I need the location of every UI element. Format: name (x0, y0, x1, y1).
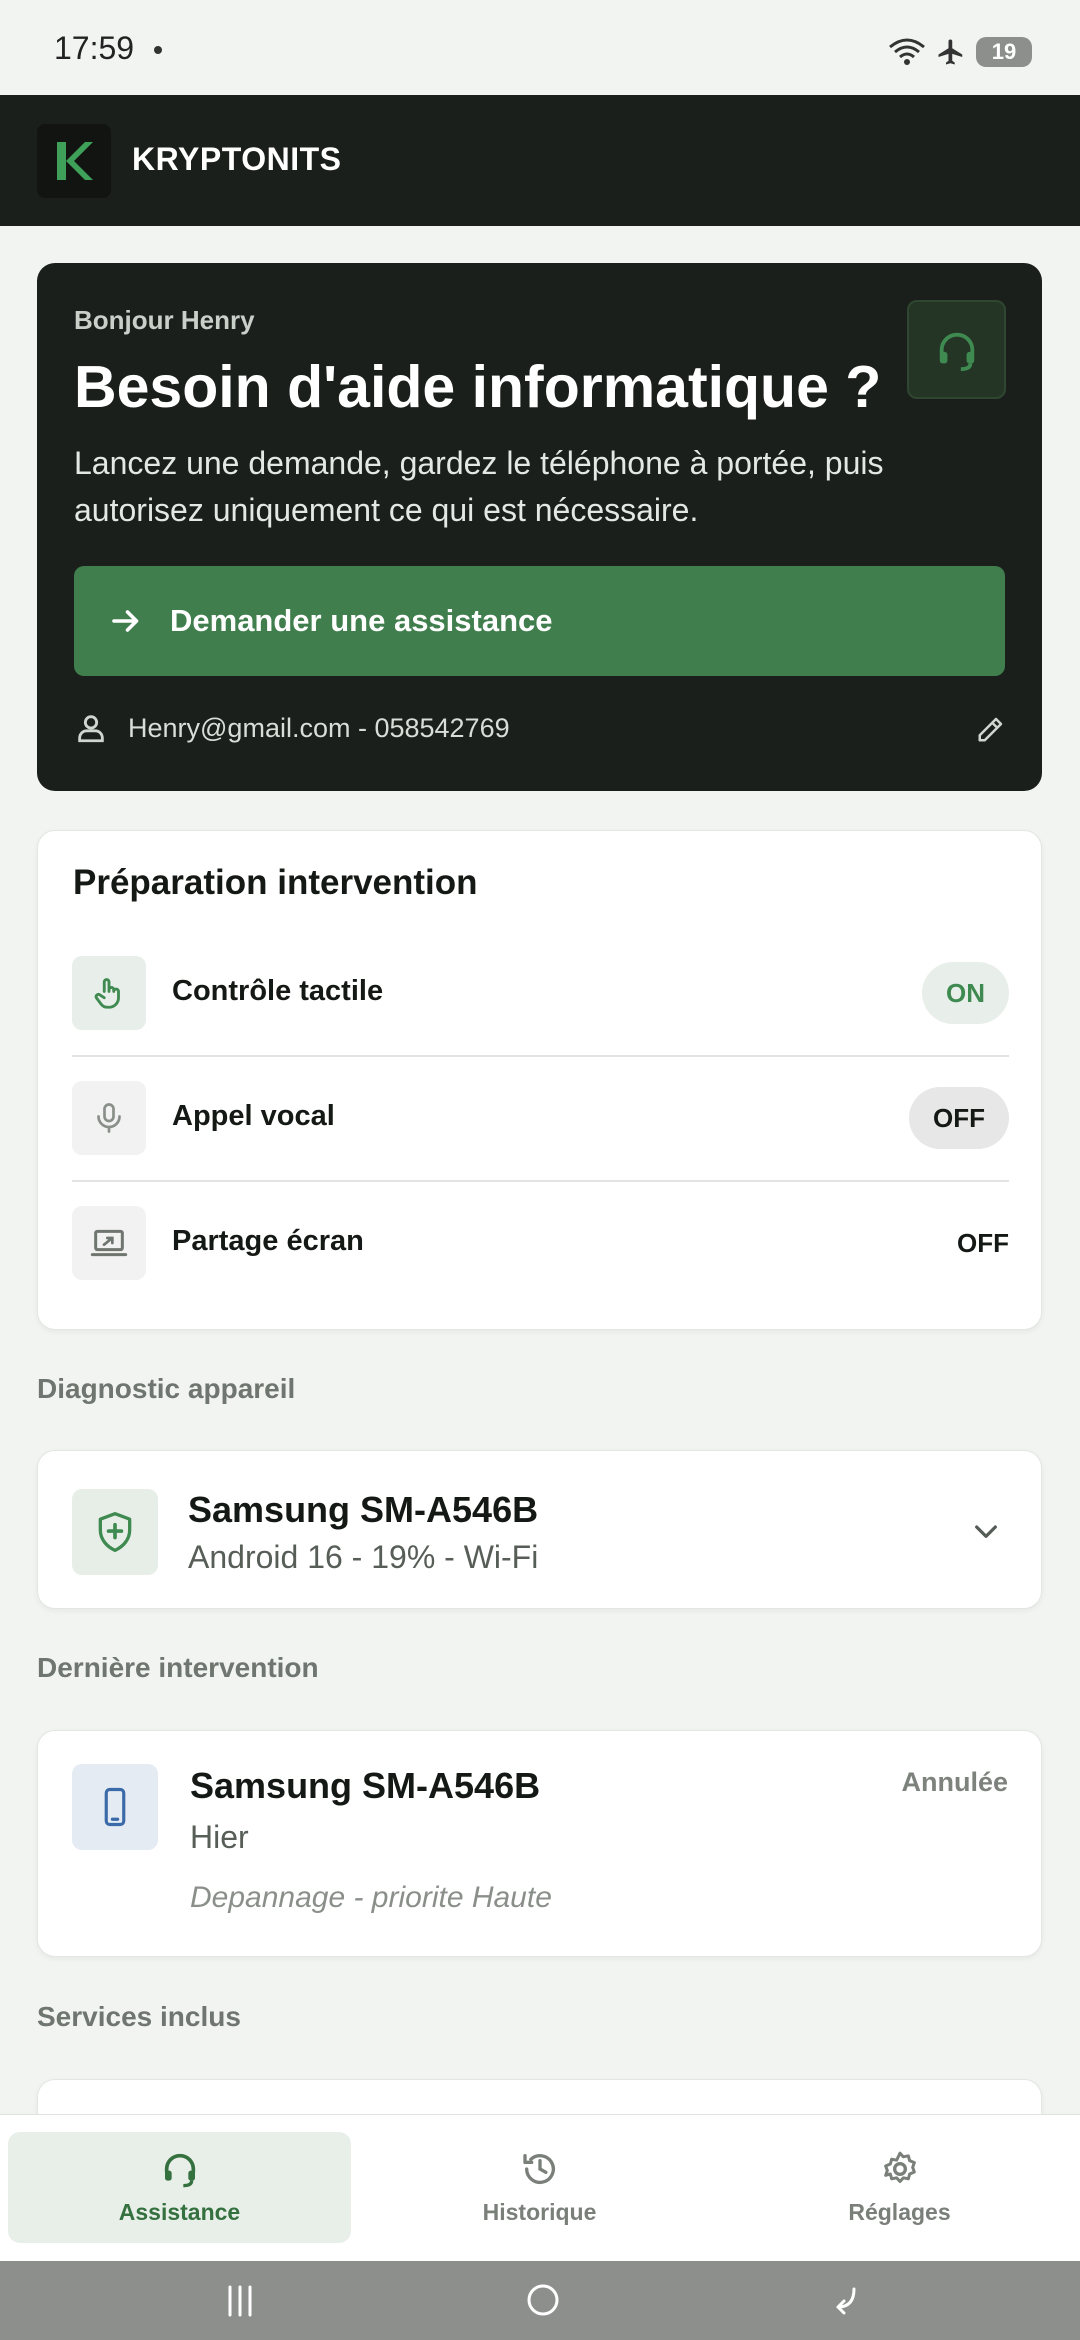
phone-icon-box (72, 1764, 158, 1850)
recent-apps-icon[interactable] (222, 2283, 258, 2319)
greeting: Bonjour Henry (74, 305, 255, 335)
expand-button[interactable] (966, 1511, 1006, 1551)
nav-assistance-label: Assistance (118, 2199, 241, 2225)
system-navigation-bar (0, 2261, 1080, 2340)
status-time: 17:59 (54, 30, 135, 66)
nav-assistance[interactable]: Assistance (8, 2132, 351, 2243)
services-card[interactable] (37, 2079, 1042, 2114)
request-assistance-label: Demander une assistance (170, 603, 553, 638)
gear-icon (883, 2151, 916, 2183)
mic-icon-box (72, 1081, 146, 1155)
screen-share-icon (90, 1229, 128, 1257)
screen-share-row[interactable]: Partage écran OFF (72, 1180, 1009, 1305)
chevron-down-icon (975, 1525, 997, 1538)
voice-call-row[interactable]: Appel vocal OFF (72, 1055, 1009, 1180)
hero-title: Besoin d'aide informatique ? (74, 354, 882, 420)
last-intervention-card[interactable]: Samsung SM-A546B Hier Depannage - priori… (37, 1730, 1042, 1957)
headset-icon (939, 332, 974, 371)
shield-icon-box (72, 1489, 158, 1575)
touch-control-toggle[interactable]: ON (922, 962, 1009, 1024)
nav-historique[interactable]: Historique (368, 2132, 711, 2243)
support-button[interactable] (907, 300, 1006, 399)
app-logo (37, 124, 111, 198)
edit-contact-button[interactable] (971, 709, 1011, 749)
battery-indicator: 19 (976, 37, 1032, 67)
kryptonits-logo-icon (57, 142, 93, 180)
shield-plus-icon (98, 1512, 132, 1552)
contact-text: Henry@gmail.com - 058542769 (128, 712, 510, 743)
person-icon (78, 715, 104, 743)
arrow-right-icon (112, 610, 139, 632)
device-name: Samsung SM-A546B (188, 1489, 539, 1530)
voice-call-label: Appel vocal (172, 1100, 335, 1132)
preparation-card: Préparation intervention Contrôle tactil… (37, 830, 1042, 1330)
nav-reglages[interactable]: Réglages (728, 2132, 1071, 2243)
preparation-title: Préparation intervention (73, 863, 478, 902)
notification-dot (154, 46, 162, 54)
microphone-icon (97, 1103, 121, 1133)
app-title: KRYPTONITS (132, 141, 342, 177)
screen-share-label: Partage écran (172, 1225, 364, 1257)
wifi-icon (889, 38, 925, 65)
hero-card: Bonjour Henry Besoin d'aide informatique… (37, 263, 1042, 791)
airplane-mode-icon (938, 39, 963, 65)
touch-control-label: Contrôle tactile (172, 975, 384, 1007)
intervention-description: Depannage - priorite Haute (190, 1881, 552, 1914)
nav-historique-label: Historique (482, 2199, 597, 2225)
nav-reglages-label: Réglages (848, 2199, 951, 2225)
voice-call-toggle[interactable]: OFF (909, 1087, 1009, 1149)
screen-share-toggle[interactable]: OFF (933, 1212, 1009, 1274)
diagnostic-section-title: Diagnostic appareil (37, 1373, 296, 1404)
back-icon[interactable] (826, 2283, 862, 2319)
touch-icon-box (72, 956, 146, 1030)
headset-icon (164, 2153, 195, 2188)
status-icons: 19 (888, 34, 1032, 70)
touch-control-row[interactable]: Contrôle tactile ON (72, 930, 1009, 1055)
touch-icon (94, 978, 120, 1009)
intervention-date: Hier (190, 1819, 249, 1855)
intervention-device-name: Samsung SM-A546B (190, 1765, 541, 1806)
main-content[interactable]: Bonjour Henry Besoin d'aide informatique… (0, 226, 1080, 2114)
request-assistance-button[interactable]: Demander une assistance (74, 566, 1005, 676)
status-bar: 17:59 19 (0, 0, 1080, 95)
bottom-navigation: Assistance Historique Réglages (0, 2114, 1080, 2261)
intervention-status: Annulée (901, 1767, 1008, 1797)
services-section-title: Services inclus (37, 2001, 241, 2032)
app-bar: KRYPTONITS (0, 95, 1080, 226)
smartphone-icon (104, 1787, 126, 1827)
home-icon[interactable] (524, 2281, 562, 2319)
contact-info: Henry@gmail.com - 058542769 (74, 711, 510, 745)
pencil-icon (978, 717, 1003, 742)
hero-subtitle: Lancez une demande, gardez le téléphone … (74, 445, 884, 528)
screen-icon-box (72, 1206, 146, 1280)
device-info: Android 16 - 19% - Wi-Fi (188, 1539, 539, 1575)
history-icon (522, 2154, 555, 2185)
diagnostic-card[interactable]: Samsung SM-A546B Android 16 - 19% - Wi-F… (37, 1450, 1042, 1609)
last-intervention-section-title: Dernière intervention (37, 1652, 319, 1683)
